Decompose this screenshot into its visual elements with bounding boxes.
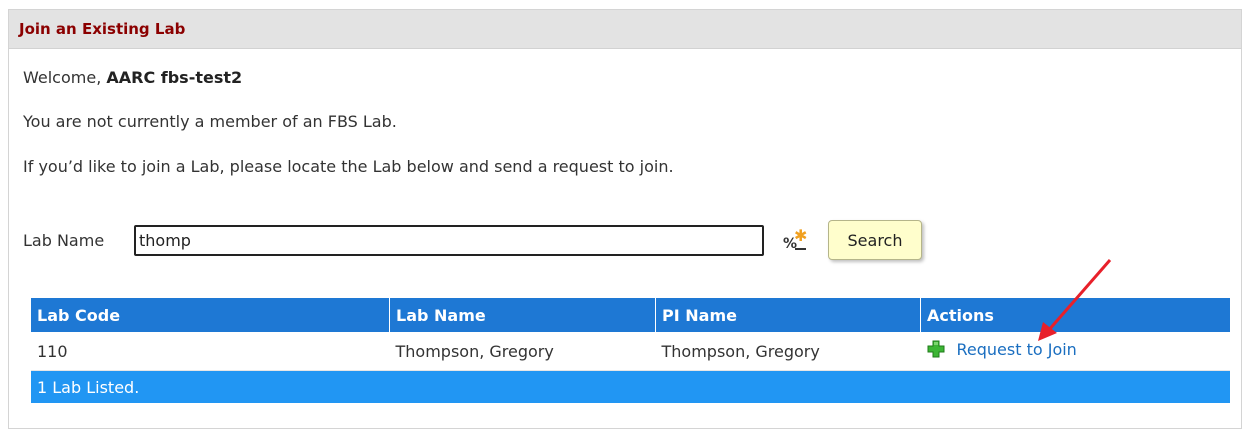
cell-pi-name: Thompson, Gregory [655,332,921,371]
welcome-message: Welcome, AARC fbs-test2 [23,68,242,87]
lab-count-footer: 1 Lab Listed. [31,370,1230,403]
green-plus-icon [927,340,944,358]
welcome-prefix: Welcome, [23,68,107,87]
panel-title: Join an Existing Lab [9,10,1241,49]
not-member-message: You are not currently a member of an FBS… [23,112,397,131]
annotation-arrow [1038,259,1112,341]
cell-lab-name: Thompson, Gregory [389,332,656,371]
lab-name-label: Lab Name [23,231,105,250]
lab-name-input[interactable] [134,225,764,256]
wildcard-icon[interactable]: % ✱ [783,226,809,256]
search-button[interactable]: Search [828,220,922,260]
column-header-lab-code[interactable]: Lab Code [31,298,390,332]
welcome-user: AARC fbs-test2 [106,68,243,87]
column-header-lab-name[interactable]: Lab Name [389,298,656,332]
instructions-message: If you’d like to join a Lab, please loca… [23,157,674,176]
table-footer-row: 1 Lab Listed. [31,370,1230,403]
cell-lab-code: 110 [31,332,390,371]
column-header-pi-name[interactable]: PI Name [655,298,921,332]
